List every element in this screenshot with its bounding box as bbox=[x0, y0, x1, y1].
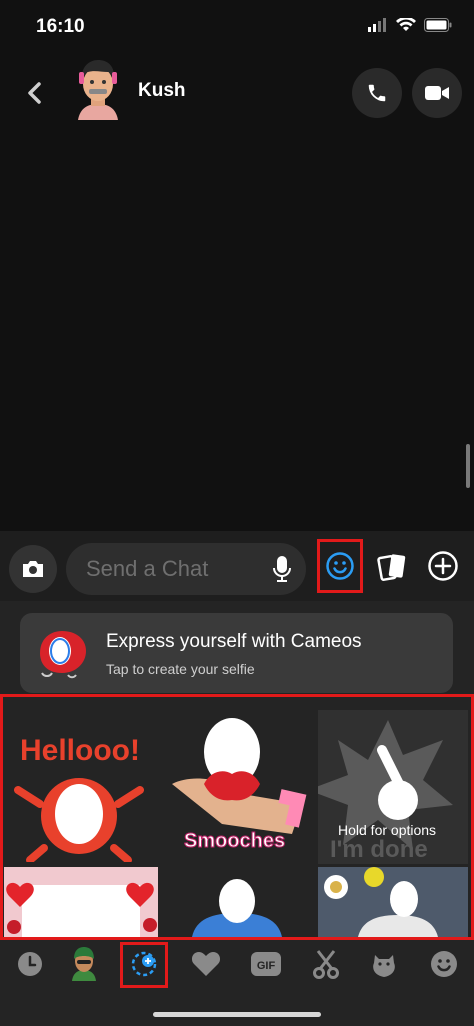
scissors-icon bbox=[313, 950, 339, 979]
status-time: 16:10 bbox=[36, 16, 85, 37]
sticker-button[interactable] bbox=[317, 539, 363, 593]
sticker-hellooo[interactable]: Hellooo! bbox=[4, 704, 154, 864]
cameo-banner-title: Express yourself with Cameos bbox=[106, 631, 362, 652]
phone-icon bbox=[368, 84, 386, 102]
tab-cameo[interactable] bbox=[124, 944, 164, 984]
sticker-im-done[interactable]: Hold for options I'm done bbox=[318, 710, 468, 864]
microphone-icon[interactable] bbox=[272, 555, 292, 583]
sticker-blue-shirt[interactable] bbox=[162, 867, 312, 937]
status-bar: 16:10 bbox=[0, 0, 474, 56]
sticker-smooches[interactable]: Smooches bbox=[162, 704, 312, 864]
chevron-left-icon bbox=[28, 82, 41, 104]
chat-input-placeholder: Send a Chat bbox=[86, 556, 209, 581]
sticker-text: Smooches bbox=[183, 830, 286, 853]
more-button[interactable] bbox=[424, 547, 462, 585]
tab-animal-stickers[interactable] bbox=[364, 944, 404, 984]
signal-icon bbox=[368, 18, 386, 32]
svg-text:GIF: GIF bbox=[257, 960, 276, 972]
cards-button[interactable] bbox=[374, 549, 410, 585]
contact-avatar[interactable] bbox=[72, 58, 124, 120]
video-camera-icon bbox=[425, 86, 449, 100]
video-call-button[interactable] bbox=[412, 68, 462, 118]
sticker-football[interactable] bbox=[318, 867, 468, 937]
smiley-icon bbox=[431, 951, 457, 977]
cameo-banner[interactable]: Express yourself with Cameos Tap to crea… bbox=[20, 613, 453, 693]
status-icons bbox=[368, 18, 452, 32]
smiley-icon bbox=[326, 552, 354, 580]
tab-scissors[interactable] bbox=[306, 944, 346, 984]
tab-favorites[interactable] bbox=[186, 944, 226, 984]
tab-emoji[interactable] bbox=[424, 944, 464, 984]
heart-icon bbox=[191, 952, 221, 976]
camera-icon bbox=[23, 561, 43, 577]
gif-icon: GIF bbox=[251, 952, 281, 976]
camera-button[interactable] bbox=[9, 545, 57, 593]
sticker-text: Hellooo! bbox=[20, 734, 140, 767]
home-indicator[interactable] bbox=[153, 1012, 321, 1017]
cards-icon bbox=[377, 554, 406, 581]
plus-circle-icon bbox=[428, 551, 458, 581]
back-button[interactable] bbox=[18, 76, 52, 110]
call-button[interactable] bbox=[352, 68, 402, 118]
tab-gif[interactable]: GIF bbox=[246, 944, 286, 984]
wifi-icon bbox=[396, 18, 416, 31]
cameo-lips-icon bbox=[40, 631, 86, 679]
animal-sticker-icon bbox=[373, 955, 395, 977]
sticker-hearts-frame[interactable] bbox=[4, 867, 158, 937]
bitmoji-icon bbox=[72, 947, 96, 981]
sticker-text: I'm done bbox=[330, 836, 428, 863]
tab-recent[interactable] bbox=[10, 944, 50, 984]
clock-icon bbox=[18, 952, 42, 976]
chat-input[interactable]: Send a Chat bbox=[66, 543, 306, 595]
contact-name[interactable]: Kush bbox=[138, 80, 186, 102]
cameo-icon bbox=[131, 951, 157, 977]
chat-scrollbar[interactable] bbox=[466, 444, 470, 488]
tab-bitmoji[interactable] bbox=[64, 944, 104, 984]
cameo-banner-subtitle: Tap to create your selfie bbox=[106, 661, 255, 677]
battery-icon bbox=[424, 18, 452, 32]
